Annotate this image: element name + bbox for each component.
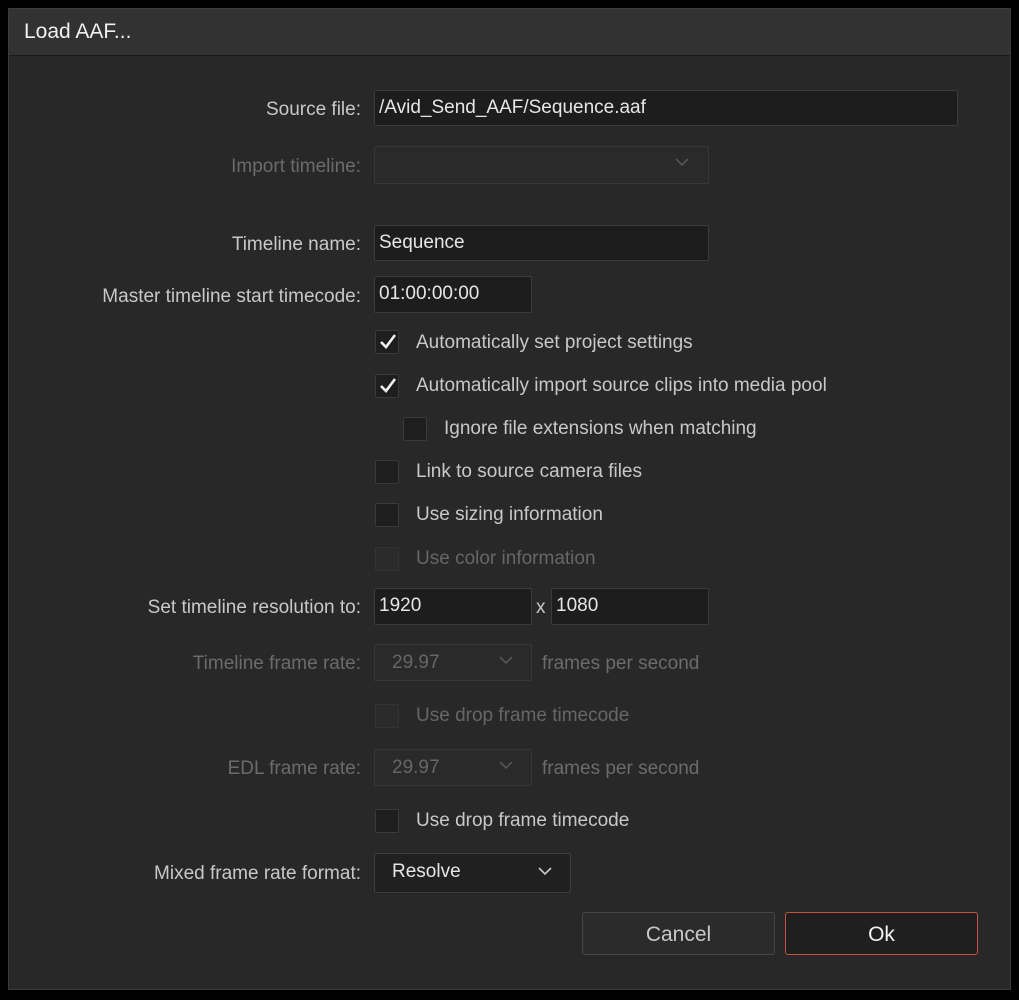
timeline-name-input[interactable]: Sequence [374,225,709,261]
edl-frame-rate-value: 29.97 [392,757,440,778]
resolution-width-input[interactable]: 1920 [374,588,532,625]
chevron-down-icon [499,654,513,666]
resolution-height-input[interactable]: 1080 [551,588,709,625]
mixed-frame-rate-label: Mixed frame rate format: [154,863,361,884]
resolution-label: Set timeline resolution to: [147,597,361,618]
start-timecode-label: Master timeline start timecode: [102,286,361,307]
link-camera-files-checkbox[interactable] [375,460,399,484]
timeline-frame-rate-select[interactable]: 29.97 [374,644,532,681]
title-bar[interactable]: Load AAF... [9,9,1010,56]
cancel-button[interactable]: Cancel [582,912,775,955]
edl-frame-rate-select[interactable]: 29.97 [374,749,532,786]
ignore-extensions-label[interactable]: Ignore file extensions when matching [444,418,757,440]
chevron-down-icon [499,759,513,771]
dialog-title: Load AAF... [24,20,132,43]
load-aaf-dialog: Load AAF... Source file: /Avid_Send_AAF/… [8,8,1011,990]
checkmark-icon [380,334,397,349]
mixed-frame-rate-select[interactable]: Resolve [374,853,571,893]
drop-frame-checkbox-edl[interactable] [375,809,399,833]
edl-frame-rate-unit: frames per second [542,758,700,779]
drop-frame-checkbox-timeline[interactable] [375,704,399,728]
link-camera-files-label[interactable]: Link to source camera files [416,461,642,483]
import-timeline-select[interactable] [374,146,709,184]
resolution-separator: x [536,597,546,618]
drop-frame-label-edl[interactable]: Use drop frame timecode [416,810,629,832]
drop-frame-label-timeline: Use drop frame timecode [416,705,630,726]
chevron-down-icon [675,156,689,168]
use-sizing-checkbox[interactable] [375,503,399,527]
ignore-extensions-checkbox[interactable] [403,417,427,441]
timeline-frame-rate-unit: frames per second [542,653,700,674]
start-timecode-input[interactable]: 01:00:00:00 [374,276,532,313]
timeline-frame-rate-label: Timeline frame rate: [192,653,361,674]
timeline-frame-rate-value: 29.97 [392,652,440,673]
use-color-label: Use color information [416,548,596,569]
chevron-down-icon [538,865,552,877]
timeline-name-label: Timeline name: [231,234,361,255]
source-file-label: Source file: [265,99,361,120]
auto-import-clips-label[interactable]: Automatically import source clips into m… [416,375,827,397]
auto-project-settings-label[interactable]: Automatically set project settings [416,332,693,354]
source-file-input[interactable]: /Avid_Send_AAF/Sequence.aaf [374,90,958,126]
use-sizing-label[interactable]: Use sizing information [416,504,603,526]
mixed-frame-rate-value: Resolve [392,861,461,882]
auto-project-settings-checkbox[interactable] [375,330,399,354]
edl-frame-rate-label: EDL frame rate: [227,758,361,779]
use-color-checkbox[interactable] [375,547,399,571]
auto-import-clips-checkbox[interactable] [375,374,399,398]
import-timeline-label: Import timeline: [231,156,361,177]
ok-button[interactable]: Ok [785,912,978,955]
checkmark-icon [380,378,397,393]
